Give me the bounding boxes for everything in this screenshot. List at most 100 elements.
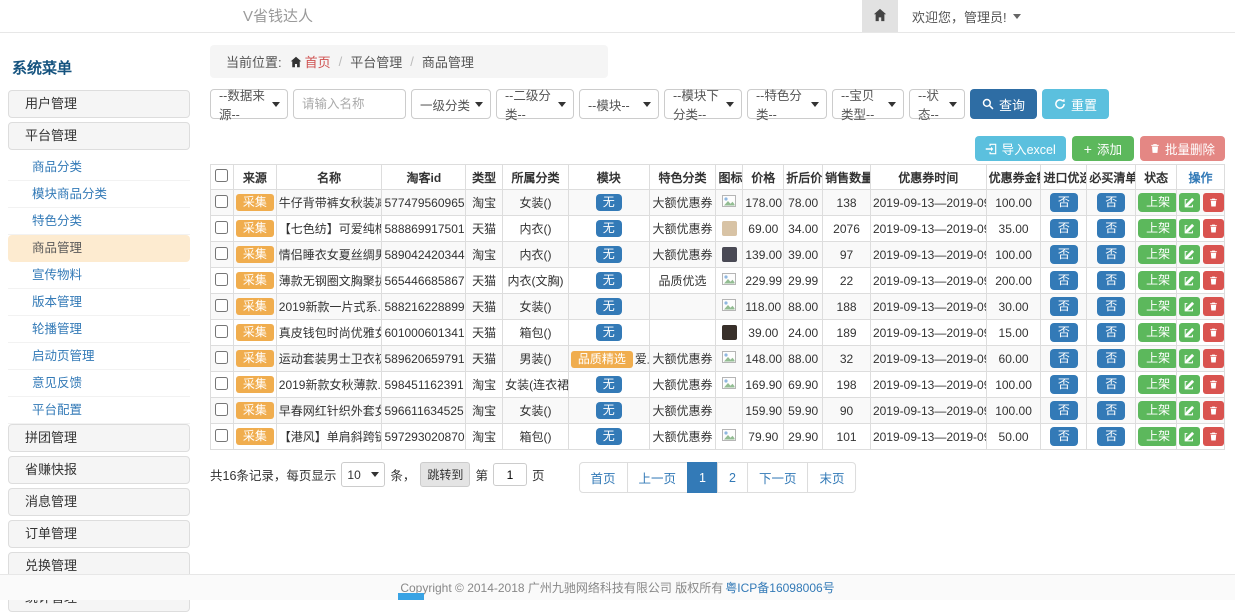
status-button[interactable]: 上架: [1138, 349, 1176, 368]
row-checkbox[interactable]: [215, 221, 228, 234]
row-checkbox[interactable]: [215, 195, 228, 208]
must-buy-toggle[interactable]: 否: [1097, 193, 1125, 212]
edit-button[interactable]: [1179, 219, 1200, 238]
sidebar-item[interactable]: 平台配置: [8, 397, 190, 424]
status-button[interactable]: 上架: [1138, 193, 1176, 212]
edit-button[interactable]: [1179, 193, 1200, 212]
status-button[interactable]: 上架: [1138, 271, 1176, 290]
edit-button[interactable]: [1179, 375, 1200, 394]
edit-button[interactable]: [1179, 297, 1200, 316]
import-select-toggle[interactable]: 否: [1050, 375, 1078, 394]
module-select[interactable]: --模块--: [579, 89, 659, 119]
edit-button[interactable]: [1179, 245, 1200, 264]
status-button[interactable]: 上架: [1138, 245, 1176, 264]
edit-button[interactable]: [1179, 401, 1200, 420]
status-button[interactable]: 上架: [1138, 427, 1176, 446]
edit-button[interactable]: [1179, 271, 1200, 290]
level1-category-select[interactable]: 一级分类: [411, 89, 491, 119]
row-checkbox[interactable]: [215, 299, 228, 312]
row-checkbox[interactable]: [215, 273, 228, 286]
import-select-toggle[interactable]: 否: [1050, 349, 1078, 368]
header-home-button[interactable]: [862, 0, 898, 32]
delete-button[interactable]: [1203, 271, 1224, 290]
sidebar-item[interactable]: 用户管理: [8, 90, 190, 118]
select-all-checkbox[interactable]: [215, 169, 228, 182]
status-select[interactable]: --状态--: [909, 89, 965, 119]
sidebar-item[interactable]: 省赚快报: [8, 456, 190, 484]
must-buy-toggle[interactable]: 否: [1097, 271, 1125, 290]
sidebar-item[interactable]: 宣传物料: [8, 262, 190, 289]
import-select-toggle[interactable]: 否: [1050, 401, 1078, 420]
import-excel-button[interactable]: 导入excel: [975, 136, 1066, 161]
sidebar-item[interactable]: 启动页管理: [8, 343, 190, 370]
page-button[interactable]: 下一页: [747, 462, 809, 493]
data-source-select[interactable]: --数据来源--: [210, 89, 288, 119]
row-checkbox[interactable]: [215, 325, 228, 338]
status-button[interactable]: 上架: [1138, 375, 1176, 394]
delete-button[interactable]: [1203, 297, 1224, 316]
delete-button[interactable]: [1203, 375, 1224, 394]
delete-button[interactable]: [1203, 427, 1224, 446]
per-page-select[interactable]: 10: [341, 462, 385, 487]
must-buy-toggle[interactable]: 否: [1097, 349, 1125, 368]
sidebar-item[interactable]: 模块商品分类: [8, 181, 190, 208]
page-button[interactable]: 末页: [807, 462, 856, 493]
edit-button[interactable]: [1179, 427, 1200, 446]
page-button[interactable]: 2: [717, 462, 748, 493]
must-buy-toggle[interactable]: 否: [1097, 297, 1125, 316]
page-button[interactable]: 1: [687, 462, 718, 493]
row-checkbox[interactable]: [215, 403, 228, 416]
sidebar-item[interactable]: 消息管理: [8, 488, 190, 516]
import-select-toggle[interactable]: 否: [1050, 297, 1078, 316]
page-number-input[interactable]: [493, 463, 527, 486]
item-type-select[interactable]: --宝贝类型--: [832, 89, 904, 119]
edit-button[interactable]: [1179, 323, 1200, 342]
reset-button[interactable]: 重置: [1042, 89, 1109, 119]
sidebar-item[interactable]: 特色分类: [8, 208, 190, 235]
delete-button[interactable]: [1203, 323, 1224, 342]
row-checkbox[interactable]: [215, 429, 228, 442]
must-buy-toggle[interactable]: 否: [1097, 323, 1125, 342]
breadcrumb-home-link[interactable]: 首页: [290, 52, 331, 71]
import-select-toggle[interactable]: 否: [1050, 193, 1078, 212]
delete-button[interactable]: [1203, 219, 1224, 238]
sidebar-item[interactable]: 平台管理: [8, 122, 190, 150]
import-select-toggle[interactable]: 否: [1050, 271, 1078, 290]
sidebar-item[interactable]: 商品管理: [8, 235, 190, 262]
status-button[interactable]: 上架: [1138, 219, 1176, 238]
import-select-toggle[interactable]: 否: [1050, 219, 1078, 238]
search-button[interactable]: 查询: [970, 89, 1037, 119]
feature-category-select[interactable]: --特色分类--: [747, 89, 827, 119]
delete-button[interactable]: [1203, 245, 1224, 264]
must-buy-toggle[interactable]: 否: [1097, 427, 1125, 446]
sidebar-item[interactable]: 版本管理: [8, 289, 190, 316]
add-button[interactable]: + 添加: [1072, 136, 1134, 161]
must-buy-toggle[interactable]: 否: [1097, 245, 1125, 264]
row-checkbox[interactable]: [215, 351, 228, 364]
batch-delete-button[interactable]: 批量删除: [1140, 136, 1225, 161]
sidebar-item[interactable]: 拼团管理: [8, 424, 190, 452]
row-checkbox[interactable]: [215, 377, 228, 390]
sidebar-item[interactable]: 订单管理: [8, 520, 190, 548]
import-select-toggle[interactable]: 否: [1050, 427, 1078, 446]
user-menu[interactable]: 欢迎您，管理员!: [898, 0, 1035, 32]
edit-button[interactable]: [1179, 349, 1200, 368]
row-checkbox[interactable]: [215, 247, 228, 260]
must-buy-toggle[interactable]: 否: [1097, 219, 1125, 238]
sidebar-item[interactable]: 意见反馈: [8, 370, 190, 397]
delete-button[interactable]: [1203, 401, 1224, 420]
page-button[interactable]: 上一页: [627, 462, 689, 493]
import-select-toggle[interactable]: 否: [1050, 245, 1078, 264]
must-buy-toggle[interactable]: 否: [1097, 375, 1125, 394]
must-buy-toggle[interactable]: 否: [1097, 401, 1125, 420]
import-select-toggle[interactable]: 否: [1050, 323, 1078, 342]
jump-button[interactable]: 跳转到: [420, 462, 470, 487]
module-sub-category-select[interactable]: --模块下分类--: [664, 89, 742, 119]
sidebar-item[interactable]: 商品分类: [8, 154, 190, 181]
delete-button[interactable]: [1203, 349, 1224, 368]
level2-category-select[interactable]: --二级分类--: [496, 89, 574, 119]
status-button[interactable]: 上架: [1138, 323, 1176, 342]
status-button[interactable]: 上架: [1138, 401, 1176, 420]
icp-link[interactable]: 粤ICP备16098006号: [725, 579, 834, 596]
page-button[interactable]: 首页: [579, 462, 628, 493]
